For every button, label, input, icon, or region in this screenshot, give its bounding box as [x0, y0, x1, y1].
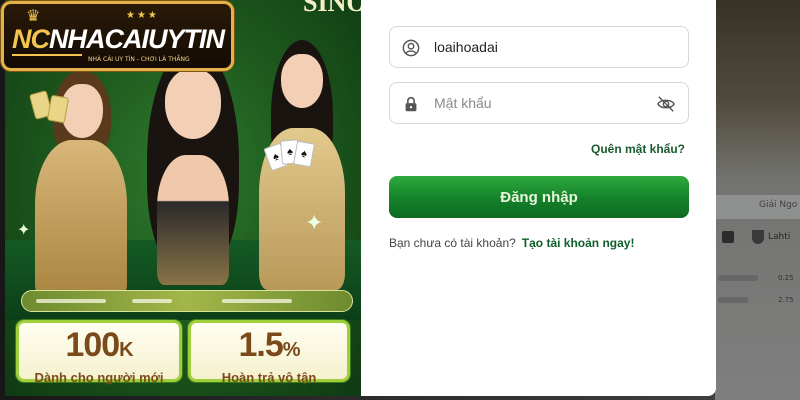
password-field[interactable] — [389, 82, 689, 124]
register-row: Bạn chưa có tài khoản? Tạo tài khoản ngay… — [389, 236, 634, 250]
casino-header-text: SINO — [303, 0, 361, 17]
sparkle-icon: ✦ — [17, 222, 31, 239]
sparkle-icon: ✦ — [305, 210, 324, 235]
stars-icon: ★★★ — [126, 10, 159, 21]
bonus-cashback-amount: 1.5% — [238, 326, 300, 364]
bonus-new-member-card: 100K Dành cho người mới — [16, 320, 182, 385]
crown-icon: ♛ — [26, 8, 41, 25]
bonus-new-member-amount: 100K — [65, 326, 133, 364]
lock-icon — [405, 96, 417, 112]
username-field[interactable] — [389, 26, 689, 68]
register-prompt: Bạn chưa có tài khoản? — [389, 236, 516, 250]
model-center — [123, 45, 263, 285]
login-button[interactable]: Đăng nhập — [389, 176, 689, 218]
forgot-password-link[interactable]: Quên mật khẩu? — [591, 142, 685, 156]
password-input[interactable] — [434, 93, 644, 113]
logo-brand-text: NCNHACAIUYTIN — [12, 24, 225, 54]
register-link[interactable]: Tạo tài khoản ngay! — [522, 236, 635, 250]
user-icon — [402, 39, 420, 57]
bonus-cashback-label: Hoàn trả vô tận — [221, 370, 317, 385]
logo-tagline: NHÀ CÁI UY TÍN - CHƠI LÀ THẮNG — [88, 56, 190, 63]
username-input[interactable] — [434, 37, 644, 57]
login-panel: Quên mật khẩu? Đăng nhập Bạn chưa có tài… — [361, 0, 716, 396]
promo-ticker-strip — [21, 290, 353, 312]
site-logo[interactable]: ♛ ★★★ NCNHACAIUYTIN NHÀ CÁI UY TÍN - CHƠ… — [1, 1, 234, 71]
bonus-new-member-label: Dành cho người mới — [34, 370, 164, 385]
eye-off-icon[interactable] — [656, 95, 676, 113]
bonus-cashback-card: 1.5% Hoàn trả vô tận — [188, 320, 350, 385]
logo-ribbon — [12, 54, 82, 56]
